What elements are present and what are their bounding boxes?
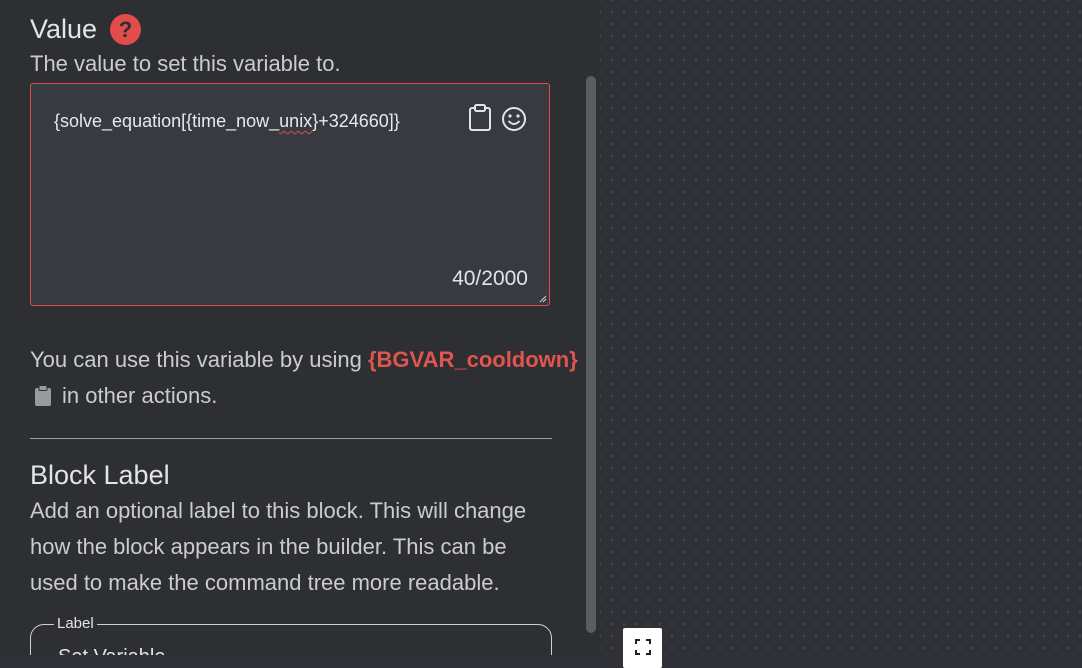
block-label-section-title: Block Label <box>30 460 170 490</box>
panel-scrollbar[interactable] <box>586 76 596 633</box>
label-input-value[interactable]: Set Variable <box>58 646 165 655</box>
variable-token[interactable]: {BGVAR_cooldown} <box>368 347 578 372</box>
section-divider <box>30 438 552 439</box>
emoji-smile-icon[interactable] <box>501 106 527 132</box>
clipboard-icon[interactable] <box>467 104 493 132</box>
value-textarea[interactable]: {solve_equation[{time_now_unix}+324660]}… <box>30 83 550 306</box>
fullscreen-button[interactable] <box>623 628 662 668</box>
variable-usage-text: You can use this variable by using {BGVA… <box>30 347 578 372</box>
value-textarea-content[interactable]: {solve_equation[{time_now_unix}+324660]} <box>54 111 400 132</box>
block-label-description-line-1: Add an optional label to this block. Thi… <box>30 498 527 523</box>
builder-canvas[interactable] <box>600 0 1082 655</box>
question-circle-icon[interactable]: ? <box>110 14 141 45</box>
value-section-description: The value to set this variable to. <box>30 51 341 76</box>
block-settings-panel: Value ? The value to set this variable t… <box>0 0 600 655</box>
block-label-description-line-2: how the block appears in the builder. Th… <box>30 534 507 559</box>
resize-handle-icon[interactable] <box>539 295 547 303</box>
value-section-title: Value <box>30 14 98 44</box>
label-input-legend: Label <box>54 615 97 632</box>
copy-icon[interactable] <box>33 385 53 407</box>
variable-usage-suffix: in other actions. <box>62 383 218 408</box>
fullscreen-icon <box>635 639 651 655</box>
character-counter: 40/2000 <box>452 267 528 290</box>
block-label-description-line-3: used to make the command tree more reada… <box>30 570 500 595</box>
